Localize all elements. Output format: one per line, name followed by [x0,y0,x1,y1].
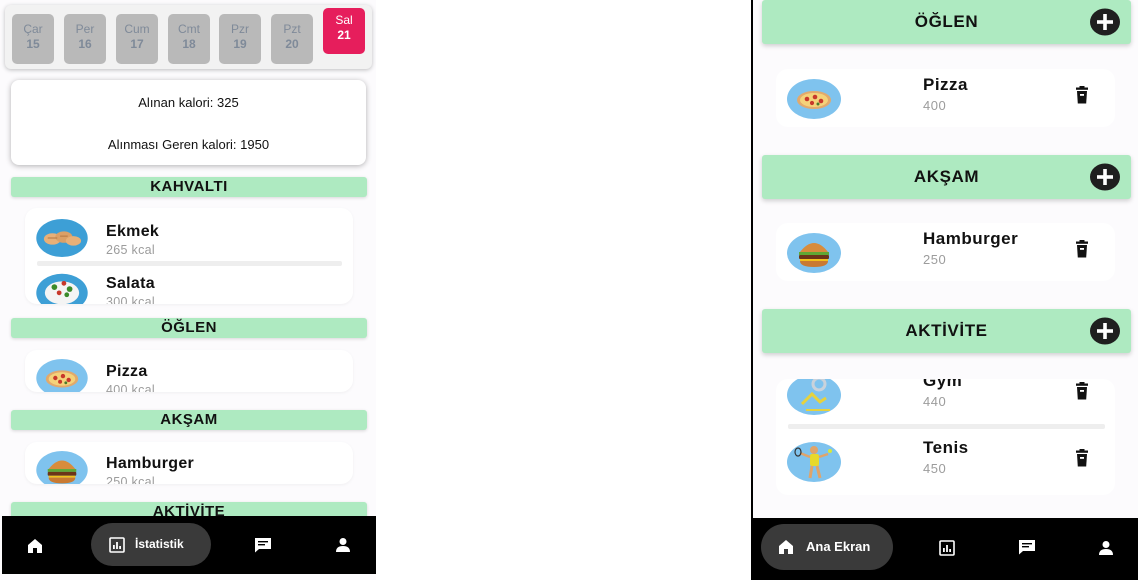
screenshot-stage: Çar 15 Per 16 Cum 17 Cmt 18 Pzr 19 Pzt 2… [0,0,1138,580]
activity-name: Tenis [923,438,969,457]
section-title: AKŞAM [913,167,980,186]
home-icon [778,539,794,555]
calorie-summary-card: Alınan kalori: 325 Alınması Geren kalori… [11,80,366,165]
section-title: ÖĞLEN [914,12,979,31]
chat-icon[interactable] [1018,539,1036,555]
dinner-list-card: Hamburger 250 [776,223,1115,281]
day-date: 15 [26,37,40,51]
food-kcal: 400 [923,98,947,113]
profile-icon[interactable] [335,537,351,553]
list-divider [788,424,1105,429]
day-date: 16 [78,37,92,51]
right-phone-screen: ÖĞLEN Pizza 400 AKŞAM Hamburger 250 AKTİ… [751,0,1138,580]
delete-trash-icon[interactable] [1074,240,1090,258]
calories-taken-text: Alınan kalori: 325 [138,95,239,110]
chat-icon[interactable] [254,537,272,553]
day-date: 17 [130,37,144,51]
day-chip-thu[interactable]: Per 16 [64,14,106,64]
food-name: Salata [106,275,155,292]
home-icon[interactable] [27,538,43,554]
section-title: AKTİVİTE [905,321,988,340]
activity-kcal: 450 [923,461,947,476]
day-name: Pzt [283,22,301,36]
nav-tab-label: Ana Ekran [806,539,871,554]
list-item[interactable]: Pizza 400 [776,73,1115,127]
section-header-lunch: ÖĞLEN [762,0,1131,44]
profile-icon[interactable] [1098,540,1114,556]
food-kcal: 400 kcal [106,383,155,392]
gym-icon [786,379,842,416]
day-name: Pzr [231,22,249,36]
day-chip-fri[interactable]: Cum 17 [116,14,158,64]
day-date: 18 [182,37,196,51]
food-kcal: 265 kcal [106,243,155,257]
left-phone-screen: Çar 15 Per 16 Cum 17 Cmt 18 Pzr 19 Pzt 2… [0,0,376,580]
day-name: Çar [23,22,43,36]
list-item[interactable]: Salata 300 kcal [25,270,353,304]
list-item[interactable]: Hamburger 250 kcal [25,450,353,484]
activity-list-card: Gym 440 Tenis 450 [776,379,1115,495]
salad-icon [35,270,89,304]
section-header-dinner: AKŞAM [762,155,1131,199]
food-name: Pizza [923,75,969,94]
section-header-dinner: AKŞAM [11,410,367,430]
delete-trash-icon[interactable] [1074,449,1090,467]
bottom-navigation-bar: İstatistik [2,516,376,574]
list-item[interactable]: Gym 440 [776,379,1115,425]
stats-icon [109,537,125,553]
list-item[interactable]: Hamburger 250 [776,227,1115,281]
day-name: Per [75,22,95,36]
section-header-lunch: ÖĞLEN [11,318,367,338]
breakfast-list-card: Ekmek 265 kcal Salata 300 kcal [25,208,353,304]
food-kcal: 300 kcal [106,295,155,304]
activity-name: Gym [923,379,963,390]
delete-trash-icon[interactable] [1074,382,1090,400]
day-chip-mon[interactable]: Pzt 20 [271,14,313,64]
food-name: Pizza [106,363,148,380]
list-item[interactable]: Pizza 400 kcal [25,358,353,392]
section-header-breakfast: KAHVALTI [11,177,367,197]
list-item[interactable]: Tenis 450 [776,436,1115,492]
pizza-icon [35,358,89,392]
nav-tab-home-active[interactable]: Ana Ekran [761,524,893,570]
day-chip-sun[interactable]: Pzr 19 [219,14,261,64]
add-activity-button[interactable] [1090,317,1120,345]
day-chip-wed[interactable]: Çar 15 [12,14,54,64]
list-divider [37,261,342,266]
add-lunch-button[interactable] [1090,8,1120,36]
stats-icon[interactable] [939,540,955,556]
day-date: 19 [233,37,247,51]
bottom-navigation-bar: Ana Ekran [753,518,1138,580]
food-kcal: 250 kcal [106,475,155,484]
food-name: Hamburger [923,229,1019,248]
bread-icon [35,218,89,258]
food-name: Ekmek [106,223,160,240]
day-name: Cum [124,22,150,36]
day-date: 20 [285,37,299,51]
delete-trash-icon[interactable] [1074,86,1090,104]
day-date: 21 [337,28,351,42]
day-chip-sat[interactable]: Cmt 18 [168,14,210,64]
day-name: Cmt [178,22,200,36]
activity-kcal: 440 [923,394,947,409]
section-header-activity: AKTİVİTE [762,309,1131,353]
hamburger-icon [35,450,89,484]
lunch-list-card: Pizza 400 kcal [25,350,353,392]
hamburger-icon [786,232,842,274]
nav-tab-label: İstatistik [135,537,184,551]
pizza-icon [786,78,842,120]
calories-needed-text: Alınması Geren kalori: 1950 [107,137,270,152]
day-name: Sal [335,13,353,27]
dinner-list-card: Hamburger 250 kcal [25,442,353,484]
add-dinner-button[interactable] [1090,163,1120,191]
day-chip-tue-selected[interactable]: Sal 21 [323,8,365,54]
food-kcal: 250 [923,252,947,267]
lunch-list-card: Pizza 400 [776,69,1115,127]
nav-tab-statistics-active[interactable]: İstatistik [91,523,211,566]
tennis-icon [786,441,842,483]
week-day-selector: Çar 15 Per 16 Cum 17 Cmt 18 Pzr 19 Pzt 2… [5,5,372,69]
food-name: Hamburger [106,455,195,472]
